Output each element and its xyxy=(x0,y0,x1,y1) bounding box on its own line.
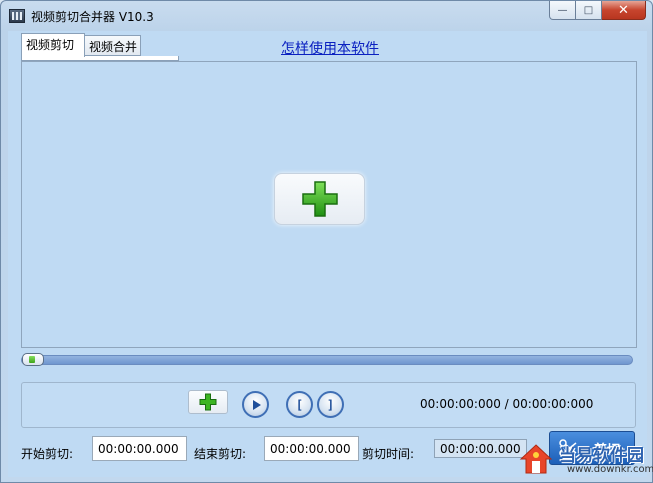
start-cut-field[interactable] xyxy=(92,436,187,461)
green-plus-icon xyxy=(301,181,338,217)
play-button[interactable] xyxy=(242,391,269,418)
green-plus-icon xyxy=(199,393,217,411)
cut-duration-field xyxy=(434,439,527,458)
add-video-button[interactable] xyxy=(274,173,365,225)
start-cut-label: 开始剪切: xyxy=(21,447,74,461)
watermark-text: 当易软件园 xyxy=(559,446,644,466)
play-icon xyxy=(252,399,261,410)
watermark-logo-icon xyxy=(519,444,553,474)
set-start-mark-button[interactable]: [ xyxy=(286,391,313,418)
close-button[interactable]: ✕ xyxy=(602,1,646,20)
title-bar[interactable]: 视频剪切合并器 V10.3 — □ ✕ xyxy=(1,1,652,31)
client-area: 视频剪切 视频合并 怎样使用本软件 [] 00:00:00:000 / 00:… xyxy=(8,31,647,477)
app-window: 视频剪切合并器 V10.3 — □ ✕ 视频剪切 视频合并 怎样使用本软件 [… xyxy=(0,0,653,483)
film-app-icon xyxy=(9,9,25,23)
set-end-mark-button[interactable]: ] xyxy=(317,391,344,418)
playback-time-readout: 00:00:00:000 / 00:00:00:000 xyxy=(420,397,594,411)
window-controls: — □ ✕ xyxy=(549,1,646,21)
end-cut-label: 结束剪切: xyxy=(194,447,247,461)
timeline-slider-thumb[interactable] xyxy=(22,353,44,366)
help-link[interactable]: 怎样使用本软件 xyxy=(281,38,379,58)
video-preview-area[interactable] xyxy=(21,61,637,348)
window-title: 视频剪切合并器 V10.3 xyxy=(31,10,154,24)
cut-duration-label: 剪切时间: xyxy=(362,447,415,461)
tab-video-cut[interactable]: 视频剪切 xyxy=(21,33,85,57)
add-file-button[interactable] xyxy=(188,390,228,414)
tab-video-merge[interactable]: 视频合并 xyxy=(84,35,141,56)
watermark-url: www.downkr.com xyxy=(567,464,653,475)
maximize-button[interactable]: □ xyxy=(576,1,602,20)
timeline-slider-track[interactable] xyxy=(21,355,633,365)
end-cut-field[interactable] xyxy=(264,436,359,461)
minimize-button[interactable]: — xyxy=(549,1,576,20)
